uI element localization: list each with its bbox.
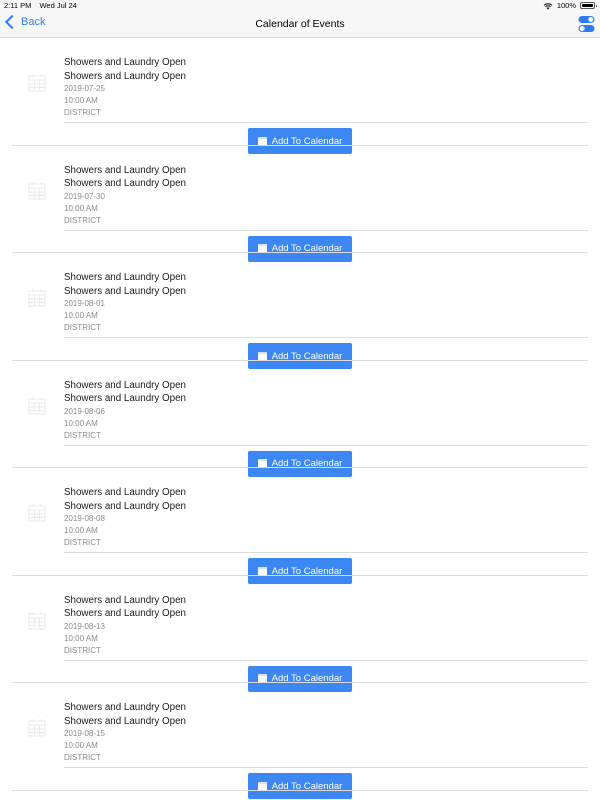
calendar-grid-icon <box>28 289 46 307</box>
divider <box>64 659 588 661</box>
event-subtitle: Showers and Laundry Open <box>64 500 186 512</box>
event-location: DISTRICT <box>64 645 101 655</box>
event-time: 10:00 AM <box>64 633 98 643</box>
event-title: Showers and Laundry Open <box>64 164 186 176</box>
divider <box>64 552 588 553</box>
event-subtitle: Showers and Laundry Open <box>64 608 186 619</box>
event-location: DISTRICT <box>64 538 101 547</box>
event-date: 2019-08-08 <box>64 514 105 523</box>
event-details: Showers and Laundry Open Showers and Lau… <box>64 271 186 334</box>
event-title: Showers and Laundry Open <box>64 379 186 391</box>
event-item: Showers and Laundry Open Showers and Lau… <box>0 468 600 584</box>
wifi-icon <box>543 2 553 9</box>
event-time: 10:00 AM <box>64 526 98 535</box>
event-list: Showers and Laundry Open Showers and Lau… <box>0 38 600 799</box>
event-item: Showers and Laundry Open Showers and Lau… <box>0 576 600 692</box>
status-time: 2:11 PM <box>4 1 32 10</box>
event-title: Showers and Laundry Open <box>64 57 186 68</box>
calendar-grid-icon <box>28 719 46 737</box>
event-item: Showers and Laundry Open Showers and Lau… <box>0 146 600 262</box>
event-location: DISTRICT <box>64 753 101 762</box>
event-item: Showers and Laundry Open Showers and Lau… <box>0 38 600 154</box>
event-details: Showers and Laundry Open Showers and Lau… <box>64 379 186 442</box>
divider <box>64 337 588 338</box>
event-subtitle: Showers and Laundry Open <box>64 285 186 297</box>
event-time: 10:00 AM <box>64 203 98 213</box>
event-details: Showers and Laundry Open Showers and Lau… <box>64 164 186 227</box>
event-date: 2019-08-06 <box>64 406 105 416</box>
toggle-switches-icon[interactable] <box>578 15 595 33</box>
event-item: Showers and Laundry Open Showers and Lau… <box>0 683 600 799</box>
event-subtitle: Showers and Laundry Open <box>64 715 186 727</box>
calendar-grid-icon <box>28 181 46 199</box>
event-date: 2019-08-13 <box>64 621 105 631</box>
event-details: Showers and Laundry Open Showers and Lau… <box>64 594 186 657</box>
event-subtitle: Showers and Laundry Open <box>64 178 186 189</box>
event-title: Showers and Laundry Open <box>64 594 186 606</box>
calendar-grid-icon <box>28 504 46 522</box>
battery-icon <box>580 2 597 9</box>
event-item: Showers and Laundry Open Showers and Lau… <box>0 253 600 369</box>
status-right: 100% <box>543 1 597 10</box>
calendar-grid-icon <box>28 74 46 92</box>
status-left: 2:11 PM Wed Jul 24 <box>4 1 83 10</box>
event-location: DISTRICT <box>64 108 101 117</box>
divider <box>64 767 588 768</box>
divider <box>64 229 588 231</box>
add-to-calendar-button[interactable]: Add To Calendar <box>248 773 352 799</box>
page-title: Calendar of Events <box>255 18 345 30</box>
event-title: Showers and Laundry Open <box>64 272 186 283</box>
event-time: 10:00 AM <box>64 418 98 428</box>
event-time: 10:00 AM <box>64 96 98 105</box>
event-divider <box>12 789 588 791</box>
event-date: 2019-07-30 <box>64 191 105 201</box>
event-details: Showers and Laundry Open Showers and Lau… <box>64 701 186 764</box>
event-item: Showers and Laundry Open Showers and Lau… <box>0 361 600 477</box>
event-time: 10:00 AM <box>64 311 98 320</box>
event-time: 10:00 AM <box>64 741 98 750</box>
divider <box>64 122 588 123</box>
divider <box>64 444 588 446</box>
event-subtitle: Showers and Laundry Open <box>64 393 186 404</box>
event-date: 2019-08-01 <box>64 299 105 308</box>
calendar-grid-icon <box>28 396 46 414</box>
event-title: Showers and Laundry Open <box>64 487 186 498</box>
event-date: 2019-08-15 <box>64 729 105 738</box>
event-location: DISTRICT <box>64 430 101 440</box>
event-location: DISTRICT <box>64 215 101 225</box>
calendar-grid-icon <box>28 611 46 629</box>
status-bar: 2:11 PM Wed Jul 24 100% <box>0 0 600 12</box>
event-subtitle: Showers and Laundry Open <box>64 70 186 82</box>
nav-bar: Back Calendar of Events <box>0 12 600 38</box>
event-title: Showers and Laundry Open <box>64 702 186 713</box>
event-location: DISTRICT <box>64 323 101 332</box>
event-details: Showers and Laundry Open Showers and Lau… <box>64 56 186 119</box>
event-date: 2019-07-25 <box>64 84 105 93</box>
battery-percent: 100% <box>556 1 576 10</box>
event-details: Showers and Laundry Open Showers and Lau… <box>64 486 186 549</box>
status-date: Wed Jul 24 <box>39 1 77 10</box>
